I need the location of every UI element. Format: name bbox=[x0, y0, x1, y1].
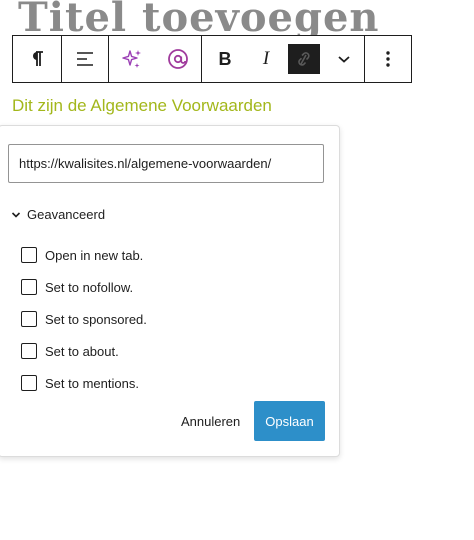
option-label: Open in new tab. bbox=[45, 247, 144, 263]
option-label: Set to sponsored. bbox=[45, 311, 147, 327]
link-options: Open in new tab. Set to nofollow. Set to… bbox=[21, 239, 147, 399]
cancel-button[interactable]: Annuleren bbox=[177, 401, 244, 441]
block-toolbar: B I bbox=[12, 35, 412, 83]
linked-text[interactable]: Dit zijn de Algemene Voorwaarden bbox=[12, 96, 272, 116]
italic-icon: I bbox=[262, 48, 270, 69]
more-options-icon bbox=[386, 51, 390, 67]
checkbox[interactable] bbox=[21, 343, 37, 359]
unlink-icon bbox=[298, 52, 310, 66]
align-button[interactable] bbox=[62, 36, 108, 82]
unlink-active-state bbox=[288, 44, 320, 74]
option-label: Set to mentions. bbox=[45, 375, 139, 391]
sparkle-icon bbox=[122, 50, 141, 68]
option-new-tab[interactable]: Open in new tab. bbox=[21, 239, 147, 271]
checkbox[interactable] bbox=[21, 279, 37, 295]
toolbar-group-options bbox=[365, 36, 411, 82]
options-button[interactable] bbox=[365, 36, 411, 82]
option-about[interactable]: Set to about. bbox=[21, 335, 147, 367]
more-formats-button[interactable] bbox=[324, 36, 364, 82]
ai-button[interactable] bbox=[109, 36, 155, 82]
save-button[interactable]: Opslaan bbox=[254, 401, 325, 441]
toolbar-group-block bbox=[13, 36, 62, 82]
paragraph-icon bbox=[33, 51, 43, 66]
toolbar-group-format: B I bbox=[202, 36, 365, 82]
checkbox[interactable] bbox=[21, 247, 37, 263]
bold-icon: B bbox=[218, 48, 232, 69]
option-label: Set to about. bbox=[45, 343, 119, 359]
mention-icon bbox=[168, 49, 188, 69]
url-input[interactable]: https://kwalisites.nl/algemene-voorwaard… bbox=[8, 144, 324, 183]
toolbar-group-ai bbox=[109, 36, 202, 82]
italic-button[interactable]: I bbox=[248, 36, 284, 82]
option-nofollow[interactable]: Set to nofollow. bbox=[21, 271, 147, 303]
unlink-button[interactable] bbox=[284, 36, 324, 82]
option-mentions[interactable]: Set to mentions. bbox=[21, 367, 147, 399]
checkbox[interactable] bbox=[21, 311, 37, 327]
paragraph-button[interactable] bbox=[13, 36, 61, 82]
advanced-toggle[interactable]: Geavanceerd bbox=[11, 207, 105, 222]
link-popover: https://kwalisites.nl/algemene-voorwaard… bbox=[0, 125, 340, 457]
bold-button[interactable]: B bbox=[202, 36, 248, 82]
mention-button[interactable] bbox=[155, 36, 201, 82]
toolbar-group-align bbox=[62, 36, 109, 82]
option-label: Set to nofollow. bbox=[45, 279, 134, 295]
advanced-label: Geavanceerd bbox=[27, 207, 106, 222]
chevron-down-icon bbox=[338, 56, 350, 63]
checkbox[interactable] bbox=[21, 375, 37, 391]
option-sponsored[interactable]: Set to sponsored. bbox=[21, 303, 147, 335]
chevron-down-icon bbox=[11, 211, 21, 219]
align-icon bbox=[77, 52, 93, 66]
